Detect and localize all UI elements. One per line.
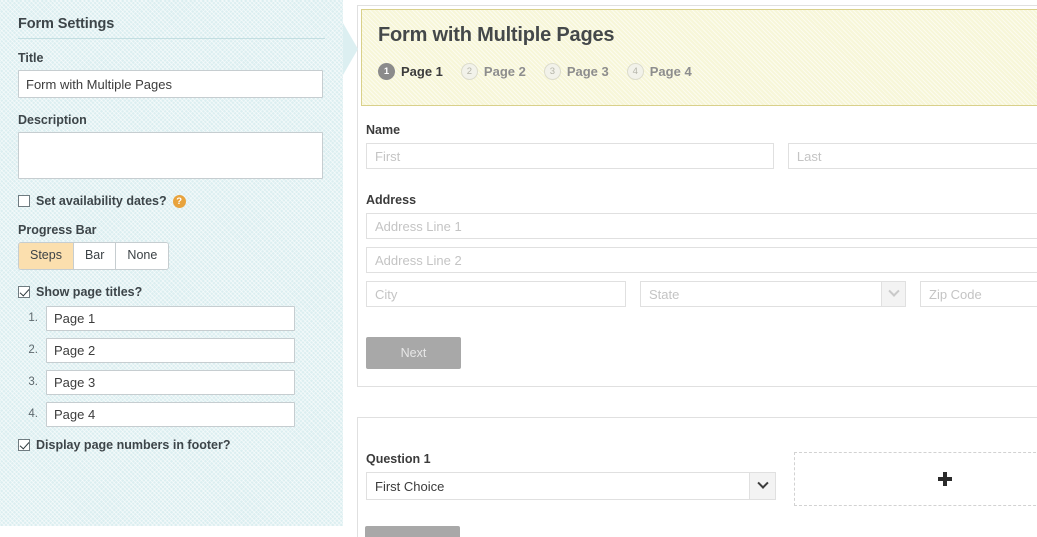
next-button[interactable]: Next (366, 337, 461, 369)
form-fields-body: Name Address (358, 109, 1037, 369)
page-title-input-3[interactable] (46, 369, 295, 395)
page-index-4: 4. (28, 408, 38, 420)
title-field-label: Title (18, 51, 44, 65)
address-line1-row (366, 213, 1037, 239)
question-1-select[interactable]: First Choice (366, 472, 776, 500)
address-line-2-input[interactable] (366, 247, 1037, 273)
page-step-2[interactable]: 2 Page 2 (460, 63, 526, 80)
form-builder-screen: Form Settings Title Description Set avai… (0, 0, 1037, 537)
page-title-row: 2. (18, 337, 325, 363)
description-field-label: Description (18, 113, 87, 127)
preview-form-title: Form with Multiple Pages (378, 24, 615, 46)
address-line-1-input[interactable] (366, 213, 1037, 239)
state-dropdown-button[interactable] (881, 282, 905, 306)
sidebar-pointer-arrow (343, 23, 358, 75)
page-steps-nav[interactable]: 1 Page 1 2 Page 2 3 Page 3 4 Page 4 (378, 63, 1026, 80)
step-label-4: Page 4 (649, 64, 692, 79)
display-page-numbers-row[interactable]: Display page numbers in footer? (18, 438, 325, 452)
city-state-zip-row (366, 281, 1037, 307)
bottom-action-button[interactable] (365, 526, 460, 537)
set-availability-dates-row[interactable]: Set availability dates? ? (18, 194, 325, 208)
address-field-label: Address (366, 193, 417, 207)
page-step-1[interactable]: 1 Page 1 (378, 63, 443, 80)
page-index-3: 3. (28, 376, 38, 388)
page-index-1: 1. (28, 312, 38, 324)
chevron-down-icon (756, 477, 769, 489)
address-line2-row (366, 247, 1037, 273)
display-page-numbers-checkbox[interactable] (18, 438, 30, 451)
state-input[interactable] (640, 281, 906, 307)
show-page-titles-row[interactable]: Show page titles? (18, 285, 325, 299)
form-preview-panel: Form with Multiple Pages 1 Page 1 2 Page… (357, 0, 1037, 537)
question-1-dropdown-button[interactable] (749, 473, 775, 499)
plus-icon (938, 472, 952, 486)
page-title-row: 1. (18, 305, 325, 331)
city-input[interactable] (366, 281, 626, 307)
name-field-label: Name (366, 123, 401, 137)
step-number-3: 3 (543, 63, 561, 80)
display-page-numbers-label: Display page numbers in footer? (36, 437, 231, 452)
availability-checkbox[interactable] (18, 195, 30, 207)
step-label-1: Page 1 (401, 64, 443, 79)
page-step-4[interactable]: 4 Page 4 (626, 63, 692, 80)
add-choice-dropzone[interactable] (794, 452, 1037, 506)
question-left-column: Question 1 First Choice (366, 452, 776, 500)
page-title-input-2[interactable] (46, 337, 295, 363)
step-number-2: 2 (460, 63, 478, 80)
progress-option-none[interactable]: None (116, 243, 169, 269)
page-title-input-4[interactable] (46, 401, 295, 427)
progress-option-steps[interactable]: Steps (19, 243, 74, 269)
step-label-3: Page 3 (566, 64, 609, 79)
form-title-input[interactable] (18, 70, 323, 98)
page-title-input-1[interactable] (46, 305, 295, 331)
step-number-4: 4 (626, 63, 644, 80)
page-title-row: 4. (18, 401, 325, 427)
progress-bar-segmented-control[interactable]: Steps Bar None (18, 242, 170, 270)
form-description-input[interactable] (18, 132, 323, 179)
question-row: Question 1 First Choice (358, 418, 1037, 506)
chevron-down-icon (887, 285, 900, 297)
progress-bar-label: Progress Bar (18, 223, 97, 237)
page-index-2: 2. (28, 344, 38, 356)
form-page-card: Form with Multiple Pages 1 Page 1 2 Page… (357, 5, 1037, 387)
form-settings-sidebar: Form Settings Title Description Set avai… (0, 0, 343, 526)
page-step-3[interactable]: 3 Page 3 (543, 63, 609, 80)
step-number-1: 1 (378, 63, 395, 80)
page-title-row: 3. (18, 369, 325, 395)
zip-code-input[interactable] (920, 281, 1037, 307)
question-1-selected-value[interactable]: First Choice (366, 472, 776, 500)
help-icon[interactable]: ? (172, 194, 186, 208)
question-card: Question 1 First Choice (357, 417, 1037, 537)
state-select[interactable] (640, 281, 906, 307)
show-page-titles-checkbox[interactable] (18, 285, 30, 298)
progress-option-bar[interactable]: Bar (73, 243, 117, 269)
step-label-2: Page 2 (483, 64, 526, 79)
show-page-titles-label: Show page titles? (36, 284, 143, 299)
form-header: Form with Multiple Pages 1 Page 1 2 Page… (361, 9, 1037, 106)
sidebar-heading: Form Settings (18, 16, 325, 39)
question-1-label: Question 1 (366, 452, 431, 466)
first-name-input[interactable] (366, 143, 774, 169)
name-field-row (366, 143, 1037, 169)
availability-label: Set availability dates? (36, 194, 167, 208)
last-name-input[interactable] (787, 143, 1037, 169)
